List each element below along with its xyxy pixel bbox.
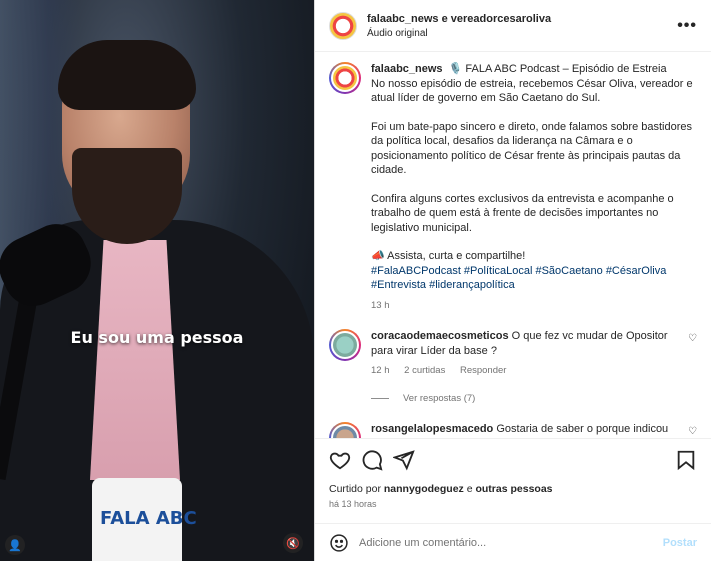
caption-p4: 📣 Assista, curta e compartilhe! xyxy=(371,250,526,262)
post-time-ago: há 13 horas xyxy=(329,499,377,509)
mug-text: FALA ABC xyxy=(100,508,197,529)
mute-icon[interactable]: 🔇 xyxy=(283,533,303,553)
comment-item: rosangelalopesmacedo Gostaria de saber o… xyxy=(329,421,697,439)
user-tag-icon[interactable]: 👤 xyxy=(5,535,25,555)
video-caption: Eu sou uma pessoa xyxy=(70,328,244,347)
person-shirt xyxy=(90,240,180,480)
post-caption: falaabc_news 🎙️ FALA ABC Podcast – Episó… xyxy=(329,62,697,313)
more-horizontal-icon[interactable]: ••• xyxy=(677,17,697,35)
emoji-icon[interactable] xyxy=(329,533,349,553)
comment-input[interactable] xyxy=(359,536,663,549)
reply-button[interactable]: Responder xyxy=(460,365,506,376)
post-button[interactable]: Postar xyxy=(663,537,697,549)
comment-icon[interactable] xyxy=(361,449,383,471)
header-avatar[interactable] xyxy=(329,11,357,40)
caption-time: 13 h xyxy=(371,299,390,311)
comment-username[interactable]: rosangelalopesmacedo xyxy=(371,423,493,435)
save-bookmark-icon[interactable] xyxy=(675,449,697,471)
comment-heart-icon[interactable]: ♡ xyxy=(688,426,697,439)
caption-hashtags[interactable]: #FalaABCPodcast #PolíticaLocal #SãoCaeta… xyxy=(371,264,697,293)
audio-label[interactable]: Áudio original xyxy=(367,28,677,39)
comment-heart-icon[interactable]: ♡ xyxy=(688,333,697,379)
comment-time: 12 h xyxy=(371,365,390,376)
like-heart-icon[interactable] xyxy=(329,449,351,471)
post-panel: falaabc_news e vereadorcesaroliva Áudio … xyxy=(314,0,711,561)
share-icon[interactable] xyxy=(393,449,415,471)
comment-composer: Postar xyxy=(315,523,711,561)
comment-username[interactable]: coracaodemaecosmeticos xyxy=(371,330,509,342)
caption-title: 🎙️ FALA ABC Podcast – Episódio de Estrei… xyxy=(448,63,667,75)
comments-scroll[interactable]: falaabc_news 🎙️ FALA ABC Podcast – Episó… xyxy=(315,52,711,438)
comment-item: coracaodemaecosmeticos O que fez vc muda… xyxy=(329,329,697,379)
caption-p3: Confira alguns cortes exclusivos da entr… xyxy=(371,192,674,234)
header-title[interactable]: falaabc_news e vereadorcesaroliva xyxy=(367,13,677,25)
comment-avatar[interactable] xyxy=(329,421,361,438)
comment-avatar[interactable] xyxy=(329,329,361,361)
caption-p1: No nosso episódio de estreia, recebemos … xyxy=(371,77,693,105)
liked-by-text[interactable]: Curtido por nannygodeguez e outras pesso… xyxy=(329,483,697,495)
person-hair xyxy=(58,40,196,110)
video-player[interactable]: FALA ABC Eu sou uma pessoa 👤 🔇 xyxy=(0,0,314,561)
comment-text: Gostaria de saber o porque indicou xyxy=(496,422,669,435)
caption-username[interactable]: falaabc_news xyxy=(371,63,443,75)
post-header: falaabc_news e vereadorcesaroliva Áudio … xyxy=(315,0,711,52)
caption-p2: Foi um bate-papo sincero e direto, onde … xyxy=(371,120,693,177)
comment-likes[interactable]: 2 curtidas xyxy=(404,365,445,376)
caption-avatar[interactable] xyxy=(329,62,361,94)
view-replies-button[interactable]: Ver respostas (7) xyxy=(371,393,697,404)
